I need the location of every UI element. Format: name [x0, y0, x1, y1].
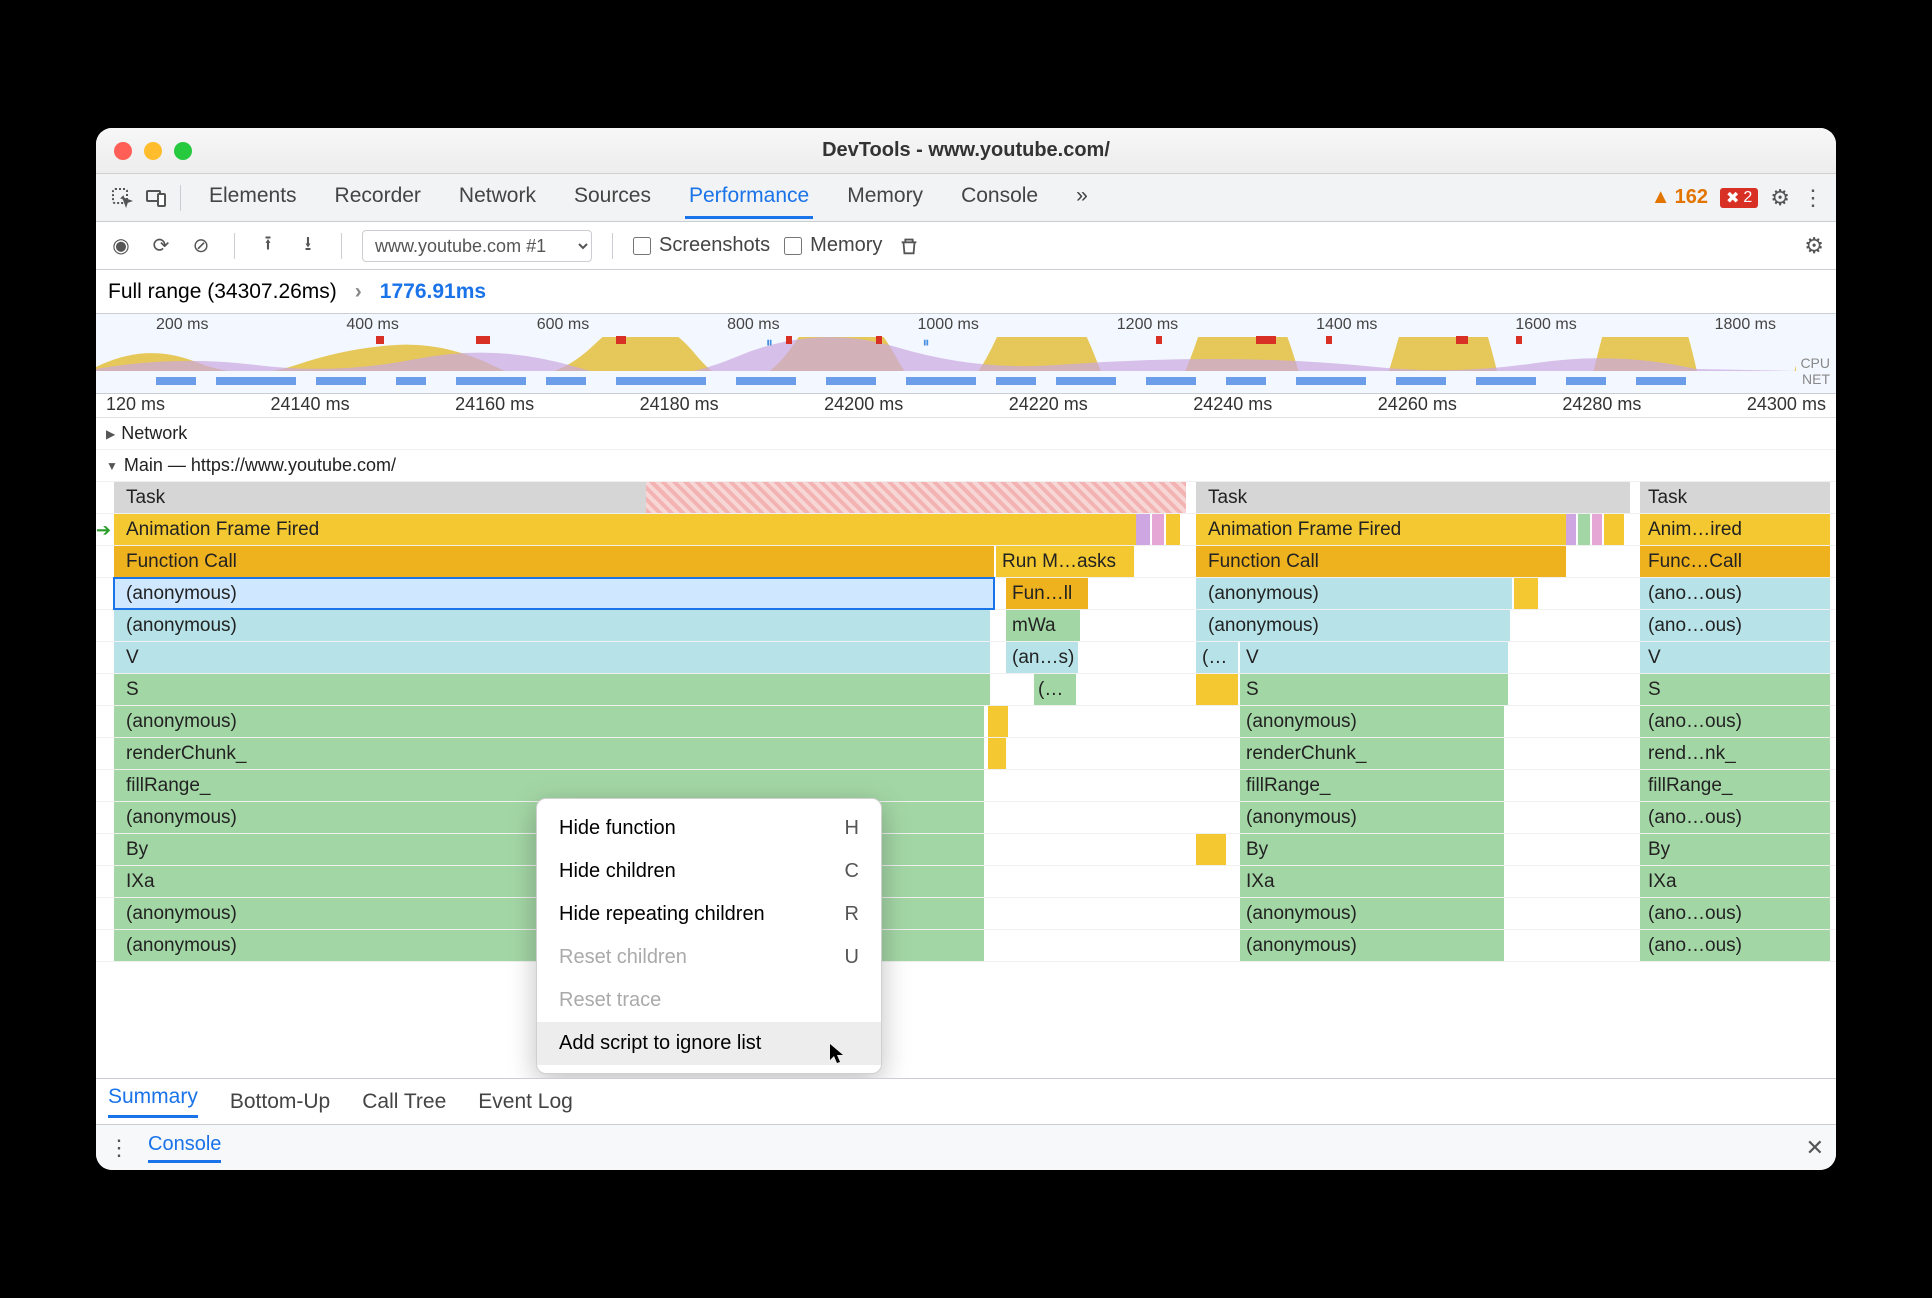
- tabbar-right: ▲ 162 ✖ 2 ⚙ ⋮: [1651, 185, 1824, 211]
- console-drawer: ⋮ Console ✕: [96, 1124, 1836, 1170]
- tab-sources[interactable]: Sources: [570, 176, 655, 219]
- record-icon[interactable]: ◉: [108, 233, 134, 259]
- memory-checkbox[interactable]: Memory: [784, 234, 882, 257]
- tab-summary[interactable]: Summary: [108, 1085, 198, 1118]
- flame-row[interactable]: (anonymous) mWa (anonymous) (ano…ous): [96, 610, 1836, 642]
- kebab-menu-icon[interactable]: ⋮: [1802, 185, 1824, 211]
- timeline-overview[interactable]: 200 ms 400 ms 600 ms 800 ms 1000 ms 1200…: [96, 314, 1836, 394]
- clear-icon[interactable]: ⊘: [188, 233, 214, 259]
- context-menu: Hide functionH Hide childrenC Hide repea…: [536, 798, 882, 1074]
- cursor-icon: [830, 1044, 848, 1066]
- download-icon[interactable]: ⭳: [295, 233, 321, 259]
- devtools-window: DevTools - www.youtube.com/ Elements Rec…: [96, 128, 1836, 1170]
- tab-memory[interactable]: Memory: [843, 176, 927, 219]
- tab-performance[interactable]: Performance: [685, 176, 813, 219]
- flame-rows: Task Task Task ➔ Animation Frame Fired A…: [96, 482, 1836, 962]
- recording-select[interactable]: www.youtube.com #1: [362, 230, 592, 262]
- flame-row[interactable]: (anonymous) (anonymous) (ano…ous): [96, 706, 1836, 738]
- perf-settings-icon[interactable]: ⚙: [1804, 233, 1824, 259]
- reload-icon[interactable]: ⟳: [148, 233, 174, 259]
- tab-recorder[interactable]: Recorder: [331, 176, 425, 219]
- tab-bottom-up[interactable]: Bottom-Up: [230, 1090, 330, 1114]
- flame-row[interactable]: V (an…s) (… V V: [96, 642, 1836, 674]
- chevron-right-icon: ›: [355, 280, 362, 304]
- overview-ticks: 200 ms 400 ms 600 ms 800 ms 1000 ms 1200…: [96, 316, 1836, 336]
- ctx-hide-children[interactable]: Hide childrenC: [537, 850, 881, 893]
- inspect-icon[interactable]: [108, 184, 136, 212]
- overview-labels: CPU NET: [1800, 355, 1830, 387]
- flamechart-area[interactable]: 120 ms24140 ms24160 ms24180 ms24200 ms24…: [96, 394, 1836, 1078]
- separator: [234, 233, 235, 259]
- warnings-count: 162: [1675, 186, 1708, 209]
- warnings-badge[interactable]: ▲ 162: [1651, 186, 1708, 209]
- flame-row[interactable]: S (… S S: [96, 674, 1836, 706]
- main-tabbar: Elements Recorder Network Sources Perfor…: [96, 174, 1836, 222]
- upload-icon[interactable]: ⭱: [255, 233, 281, 259]
- details-tabs: Summary Bottom-Up Call Tree Event Log: [96, 1078, 1836, 1124]
- device-toggle-icon[interactable]: [142, 184, 170, 212]
- flame-row[interactable]: IXa IXa IXa: [96, 866, 1836, 898]
- errors-count: 2: [1743, 189, 1752, 207]
- separator: [180, 185, 181, 211]
- pause-marker-icon: ⏸: [766, 334, 773, 351]
- tab-console[interactable]: Console: [957, 176, 1042, 219]
- net-overview: [96, 375, 1796, 387]
- range-breadcrumb: Full range (34307.26ms) › 1776.91ms: [96, 270, 1836, 314]
- flame-row[interactable]: fillRange_ fillRange_ fillRange_: [96, 770, 1836, 802]
- console-tab[interactable]: Console: [148, 1133, 221, 1163]
- flame-row[interactable]: renderChunk_ renderChunk_ rend…nk_: [96, 738, 1836, 770]
- flame-row[interactable]: (anonymous) (anonymous) (ano…ous): [96, 898, 1836, 930]
- main-track-header[interactable]: Main — https://www.youtube.com/: [96, 450, 1836, 482]
- tab-overflow[interactable]: »: [1072, 176, 1092, 219]
- panel-tabs: Elements Recorder Network Sources Perfor…: [205, 176, 1092, 219]
- flame-row[interactable]: (anonymous) (anonymous) (ano…ous): [96, 930, 1836, 962]
- tab-elements[interactable]: Elements: [205, 176, 301, 219]
- close-drawer-icon[interactable]: ✕: [1806, 1135, 1824, 1161]
- flame-row[interactable]: ➔ Animation Frame Fired Animation Frame …: [96, 514, 1836, 546]
- detail-ticks: 120 ms24140 ms24160 ms24180 ms24200 ms24…: [96, 394, 1836, 418]
- perf-toolbar: ◉ ⟳ ⊘ ⭱ ⭳ www.youtube.com #1 Screenshots…: [96, 222, 1836, 270]
- gc-icon[interactable]: [896, 233, 922, 259]
- flame-row[interactable]: Function Call Run M…asks Function Call F…: [96, 546, 1836, 578]
- screenshots-checkbox[interactable]: Screenshots: [633, 234, 770, 257]
- arrow-right-icon: ➔: [96, 520, 111, 541]
- selected-range[interactable]: 1776.91ms: [380, 280, 486, 304]
- errors-badge[interactable]: ✖ 2: [1720, 188, 1758, 208]
- pause-marker-icon: ⏸: [923, 334, 930, 351]
- ctx-reset-children: Reset childrenU: [537, 936, 881, 979]
- flame-row[interactable]: Task Task Task: [96, 482, 1836, 514]
- network-track[interactable]: Network: [96, 418, 1836, 450]
- separator: [341, 233, 342, 259]
- overview-marks: [96, 336, 1796, 344]
- tab-event-log[interactable]: Event Log: [478, 1090, 573, 1114]
- titlebar: DevTools - www.youtube.com/: [96, 128, 1836, 174]
- window-title: DevTools - www.youtube.com/: [96, 139, 1836, 162]
- ctx-reset-trace: Reset trace: [537, 979, 881, 1022]
- ctx-hide-function[interactable]: Hide functionH: [537, 807, 881, 850]
- tab-call-tree[interactable]: Call Tree: [362, 1090, 446, 1114]
- flame-row[interactable]: (anonymous) (anonymous) (ano…ous): [96, 802, 1836, 834]
- tab-network[interactable]: Network: [455, 176, 540, 219]
- separator: [612, 233, 613, 259]
- ctx-hide-repeating[interactable]: Hide repeating childrenR: [537, 893, 881, 936]
- flame-row-selected[interactable]: (anonymous) Fun…ll (anonymous) (ano…ous): [96, 578, 1836, 610]
- flame-row[interactable]: By By By: [96, 834, 1836, 866]
- settings-icon[interactable]: ⚙: [1770, 185, 1790, 211]
- drawer-menu-icon[interactable]: ⋮: [108, 1135, 130, 1161]
- full-range[interactable]: Full range (34307.26ms): [108, 280, 337, 304]
